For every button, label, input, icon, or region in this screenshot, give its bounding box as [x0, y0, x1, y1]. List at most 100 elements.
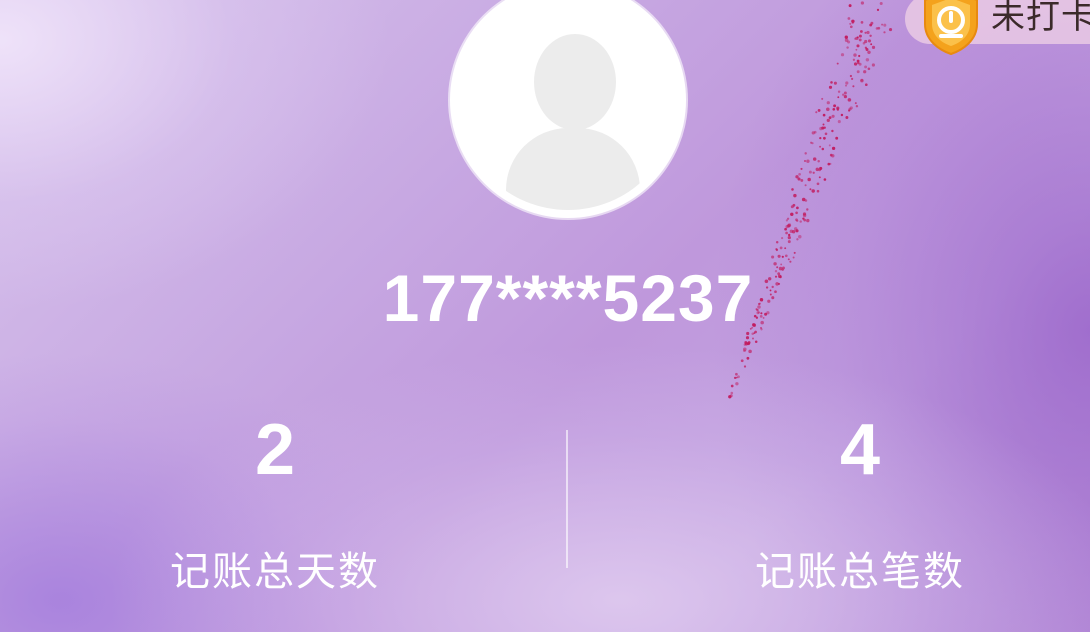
sparkle-dot: [806, 218, 810, 223]
sparkle-dot: [837, 120, 841, 124]
sparkle-dot: [858, 34, 862, 38]
sparkle-dot: [827, 162, 831, 166]
sparkle-dot: [883, 23, 887, 27]
sparkle-dot: [798, 235, 802, 239]
sparkle-dot: [833, 104, 837, 108]
sparkle-dot: [826, 118, 830, 123]
sparkle-dot: [843, 95, 848, 99]
sparkle-dot: [879, 1, 883, 6]
sparkle-dot: [793, 193, 797, 198]
sparkle-dot: [843, 91, 847, 95]
sparkle-dot: [817, 159, 820, 163]
sparkle-dot: [795, 175, 799, 179]
avatar-head-shape: [534, 34, 616, 130]
avatar-body-shape: [506, 128, 640, 210]
sparkle-dot: [785, 224, 789, 229]
sparkle-dot: [852, 85, 855, 88]
sparkle-dot: [804, 152, 807, 155]
sparkle-dot: [807, 177, 811, 182]
sparkle-dot: [803, 218, 807, 222]
stats-divider: [566, 430, 568, 568]
sparkle-dot: [784, 254, 788, 258]
sparkle-dot: [847, 17, 851, 20]
sparkle-dot: [888, 28, 893, 32]
sparkle-dot: [847, 98, 852, 102]
sparkle-dot: [854, 37, 857, 40]
sparkle-dot: [857, 61, 860, 65]
sparkle-dot: [828, 116, 832, 119]
sparkle-dot: [798, 172, 801, 176]
sparkle-dot: [867, 50, 871, 55]
sparkle-dot: [835, 136, 839, 140]
sparkle-dot: [811, 142, 814, 145]
sparkle-dot: [812, 171, 815, 174]
sparkle-dot: [817, 108, 821, 112]
sparkle-dot: [864, 31, 867, 34]
sparkle-dot: [858, 62, 862, 66]
sparkle-dot: [777, 254, 781, 258]
sparkle-dot: [854, 102, 857, 105]
sparkle-dot: [729, 394, 733, 398]
sparkle-dot: [802, 212, 807, 216]
sparkle-dot: [796, 206, 799, 210]
sparkle-dot: [836, 107, 839, 111]
sparkle-dot: [748, 349, 752, 354]
sparkle-dot: [819, 136, 822, 140]
sparkle-dot: [824, 132, 828, 136]
sparkle-dot: [829, 162, 832, 165]
sparkle-dot: [863, 70, 867, 74]
sparkle-dot: [803, 159, 807, 163]
sparkle-dot: [856, 70, 860, 74]
sparkle-dot: [800, 178, 804, 182]
sparkle-dot: [860, 21, 864, 24]
sparkle-dot: [735, 382, 739, 386]
sparkle-dot: [781, 255, 784, 258]
sparkle-dot: [744, 342, 749, 346]
sparkle-dot: [826, 101, 830, 105]
sparkle-dot: [815, 111, 818, 114]
sparkle-dot: [775, 240, 779, 244]
sparkle-dot: [787, 223, 792, 227]
sparkle-dot: [730, 384, 734, 388]
sparkle-dot: [870, 21, 874, 25]
sparkle-dot: [779, 246, 783, 250]
sparkle-dot: [848, 109, 851, 112]
sparkle-dot: [869, 23, 873, 27]
sparkle-dot: [752, 337, 754, 340]
username: 177****5237: [382, 261, 754, 335]
sparkle-dot: [789, 229, 793, 233]
sparkle-dot: [821, 126, 825, 130]
sparkle-dot: [837, 90, 841, 93]
sparkle-dot: [812, 157, 817, 161]
sparkle-dot: [795, 219, 799, 223]
sparkle-dot: [797, 177, 801, 181]
sparkle-dot: [828, 144, 831, 147]
sparkle-dot: [781, 237, 784, 240]
sparkle-dot: [819, 145, 822, 148]
sparkle-dot: [811, 189, 815, 193]
sparkle-dot: [831, 129, 834, 133]
sparkle-dot: [818, 168, 822, 172]
sparkle-dot: [836, 62, 839, 65]
sparkle-dot: [883, 31, 886, 34]
checkin-badge[interactable]: 未打卡: [905, 0, 1090, 56]
sparkle-dot: [847, 40, 851, 44]
sparkle-dot: [791, 230, 796, 234]
user-avatar[interactable]: [450, 0, 686, 218]
sparkle-dot: [819, 166, 823, 170]
sparkle-dot: [806, 159, 810, 163]
sparkle-dot: [851, 19, 855, 24]
sparkle-dot: [787, 240, 791, 244]
stat-total-entries-label: 记账总笔数: [755, 549, 965, 595]
sparkle-dot: [735, 376, 738, 379]
sparkle-dot: [792, 203, 796, 207]
stat-total-days-label: 记账总天数: [170, 549, 380, 595]
sparkle-dot: [730, 391, 734, 395]
sparkle-dot: [788, 233, 791, 237]
sparkle-dot: [801, 197, 806, 202]
sparkle-dot: [784, 247, 787, 250]
sparkle-dot: [860, 30, 863, 33]
sparkle-dot: [855, 48, 858, 51]
sparkle-dot: [848, 107, 852, 111]
sparkle-dot: [822, 123, 825, 126]
